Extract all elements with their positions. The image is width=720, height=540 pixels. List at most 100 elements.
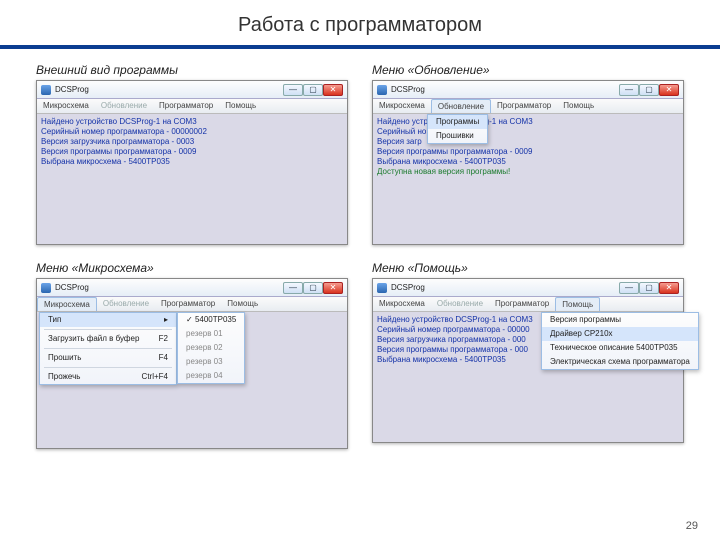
window-title: DCSProg <box>55 283 279 293</box>
log-line: Выбрана микросхема - 5400ТР035 <box>377 157 679 167</box>
menubar[interactable]: Микросхема Обновление Программатор Помощ… <box>37 297 347 312</box>
dropdown-item-driver[interactable]: Драйвер CP210x <box>542 327 698 341</box>
submenu-item-reserve[interactable]: резерв 02 <box>178 341 244 355</box>
log-line: Выбрана микросхема - 5400ТР035 <box>41 157 343 167</box>
minimize-button[interactable]: — <box>283 84 303 96</box>
menu-help[interactable]: Помощь <box>555 297 600 311</box>
menu-help[interactable]: Помощь <box>221 297 264 311</box>
app-update: DCSProg — ▢ ✕ Микросхема Обновление Прог… <box>372 80 684 245</box>
check-icon: ✓ <box>186 315 195 324</box>
app-main: DCSProg — ▢ ✕ Микросхема Обновление Прог… <box>36 80 348 245</box>
close-button[interactable]: ✕ <box>323 84 343 96</box>
menubar[interactable]: Микросхема Обновление Программатор Помощ… <box>37 99 347 114</box>
app-chip: DCSProg — ▢ ✕ Микросхема Обновление Прог… <box>36 278 348 449</box>
maximize-button[interactable]: ▢ <box>303 282 323 294</box>
titlebar[interactable]: DCSProg — ▢ ✕ <box>373 279 683 297</box>
window-buttons: — ▢ ✕ <box>619 282 679 294</box>
log-line-new: Доступна новая версия программы! <box>377 167 679 177</box>
ditem-label: Прошить <box>48 353 81 363</box>
title-rule <box>0 45 720 49</box>
menu-separator <box>44 367 172 368</box>
menu-chip[interactable]: Микросхема <box>37 297 97 311</box>
window-title: DCSProg <box>55 85 279 95</box>
dropdown-update[interactable]: Программы Прошивки <box>427 114 488 144</box>
dropdown-item-type[interactable]: Тип ▸ <box>40 313 176 327</box>
caption-chip: Меню «Микросхема» <box>36 261 348 275</box>
menu-chip[interactable]: Микросхема <box>37 99 95 113</box>
submenu-item-reserve[interactable]: резерв 03 <box>178 355 244 369</box>
menu-chip[interactable]: Микросхема <box>373 297 431 311</box>
menu-update[interactable]: Обновление <box>431 99 491 113</box>
maximize-button[interactable]: ▢ <box>639 84 659 96</box>
log-line: Серийный номер программатора - 00000002 <box>41 127 343 137</box>
screenshot-grid: Внешний вид программы DCSProg — ▢ ✕ Микр… <box>0 63 720 449</box>
app-icon <box>41 85 51 95</box>
ditem-label: Тип <box>48 315 61 325</box>
dropdown-item-schematic[interactable]: Электрическая схема программатора <box>542 355 698 369</box>
close-button[interactable]: ✕ <box>323 282 343 294</box>
menubar[interactable]: Микросхема Обновление Программатор Помощ… <box>373 297 683 312</box>
dropdown-item-load[interactable]: Загрузить файл в буферF2 <box>40 332 176 346</box>
menu-update[interactable]: Обновление <box>97 297 155 311</box>
cell-main: Внешний вид программы DCSProg — ▢ ✕ Микр… <box>36 63 348 245</box>
dropdown-help[interactable]: Версия программы Драйвер CP210x Техничес… <box>541 312 699 370</box>
menu-programmer[interactable]: Программатор <box>153 99 219 113</box>
cell-help: Меню «Помощь» DCSProg — ▢ ✕ Микросхема О… <box>372 261 684 449</box>
menu-separator <box>44 329 172 330</box>
menu-programmer[interactable]: Программатор <box>489 297 555 311</box>
page-number: 29 <box>686 520 698 532</box>
menu-programmer[interactable]: Программатор <box>155 297 221 311</box>
log-line: Найдено устройство DCSProg-1 на COM3 <box>41 117 343 127</box>
close-button[interactable]: ✕ <box>659 282 679 294</box>
window-title: DCSProg <box>391 283 615 293</box>
menubar[interactable]: Микросхема Обновление Программатор Помощ… <box>373 99 683 114</box>
window-buttons: — ▢ ✕ <box>283 282 343 294</box>
dropdown-item-datasheet[interactable]: Техническое описание 5400ТР035 <box>542 341 698 355</box>
cell-chip: Меню «Микросхема» DCSProg — ▢ ✕ Микросхе… <box>36 261 348 449</box>
titlebar[interactable]: DCSProg — ▢ ✕ <box>37 279 347 297</box>
window-buttons: — ▢ ✕ <box>283 84 343 96</box>
maximize-button[interactable]: ▢ <box>303 84 323 96</box>
submenu-arrow-icon: ▸ <box>164 315 168 325</box>
log-line: Версия загр <box>377 137 679 147</box>
log-line: Версия загрузчика программатора - 0003 <box>41 137 343 147</box>
dropdown-item-version[interactable]: Версия программы <box>542 313 698 327</box>
maximize-button[interactable]: ▢ <box>639 282 659 294</box>
log-line: Версия программы программатора - 0009 <box>377 147 679 157</box>
client-area: Найдено устройство DCSProg-1 на COM3 Сер… <box>37 114 347 244</box>
app-icon <box>41 283 51 293</box>
titlebar[interactable]: DCSProg — ▢ ✕ <box>37 81 347 99</box>
submenu-item-reserve[interactable]: резерв 04 <box>178 369 244 383</box>
app-icon <box>377 283 387 293</box>
caption-main: Внешний вид программы <box>36 63 348 77</box>
submenu-item-selected[interactable]: ✓ 5400ТР035 <box>178 313 244 327</box>
close-button[interactable]: ✕ <box>659 84 679 96</box>
minimize-button[interactable]: — <box>619 84 639 96</box>
shortcut: F4 <box>159 353 168 363</box>
log-line: Серийный но <box>377 127 679 137</box>
menu-programmer[interactable]: Программатор <box>491 99 557 113</box>
menu-update[interactable]: Обновление <box>95 99 153 113</box>
submenu-item-reserve[interactable]: резерв 01 <box>178 327 244 341</box>
menu-help[interactable]: Помощь <box>557 99 600 113</box>
dropdown-item-programs[interactable]: Программы <box>428 115 487 129</box>
cell-update: Меню «Обновление» DCSProg — ▢ ✕ Микросхе… <box>372 63 684 245</box>
menu-help[interactable]: Помощь <box>219 99 262 113</box>
dropdown-item-flash[interactable]: Прошить F4 <box>40 351 176 365</box>
menu-update[interactable]: Обновление <box>431 297 489 311</box>
dropdown-item-firmware[interactable]: Прошивки <box>428 129 487 143</box>
caption-help: Меню «Помощь» <box>372 261 684 275</box>
submenu-type[interactable]: ✓ 5400ТР035 резерв 01 резерв 02 резерв 0… <box>177 312 245 384</box>
window-title: DCSProg <box>391 85 615 95</box>
menu-chip[interactable]: Микросхема <box>373 99 431 113</box>
window-buttons: — ▢ ✕ <box>619 84 679 96</box>
titlebar[interactable]: DCSProg — ▢ ✕ <box>373 81 683 99</box>
dropdown-chip[interactable]: Тип▸ Загрузить файл в буферF2 ПрошитьF4 … <box>39 312 177 385</box>
dropdown-item-burn[interactable]: ПрожечьCtrl+F4 <box>40 370 176 384</box>
shortcut: F2 <box>159 334 168 344</box>
minimize-button[interactable]: — <box>619 282 639 294</box>
shortcut: Ctrl+F4 <box>142 372 168 382</box>
minimize-button[interactable]: — <box>283 282 303 294</box>
ditem-label: 5400ТР035 <box>195 315 236 324</box>
menu-separator <box>44 348 172 349</box>
